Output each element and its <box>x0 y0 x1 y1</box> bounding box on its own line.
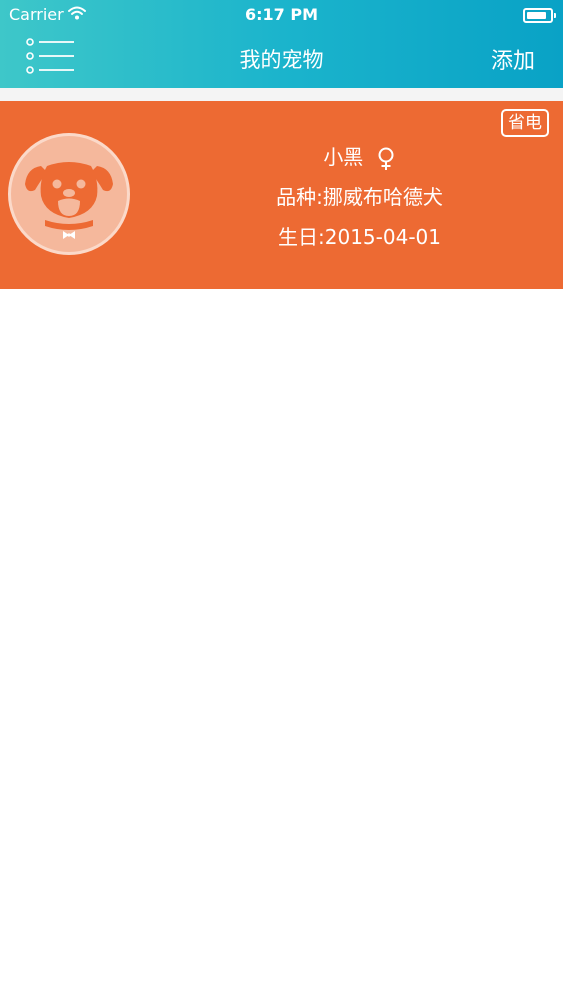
pet-avatar <box>8 133 130 255</box>
pet-birthday: 生日:2015-04-01 <box>278 225 441 249</box>
pet-info: 小黑 品种:挪威布哈德犬 生日:2015-04-01 <box>156 141 563 261</box>
header-divider <box>0 88 563 101</box>
app-header: Carrier 6:17 PM 我的宠物 添加 <box>0 0 563 88</box>
pet-name-row: 小黑 <box>156 141 563 173</box>
status-bar: Carrier 6:17 PM <box>0 0 563 30</box>
pet-card[interactable]: 省电 小黑 品种:挪威布哈德犬 生日:2015-04-01 <box>0 101 563 289</box>
pet-breed: 品种:挪威布哈德犬 <box>276 185 443 209</box>
dog-avatar-icon <box>25 162 113 239</box>
status-time: 6:17 PM <box>244 5 318 24</box>
battery-level <box>527 12 547 19</box>
page-title: 我的宠物 <box>239 48 324 72</box>
power-save-badge[interactable]: 省电 <box>501 109 549 137</box>
add-button[interactable]: 添加 <box>491 43 535 75</box>
female-icon <box>378 147 394 170</box>
battery-icon <box>523 8 556 23</box>
pet-name: 小黑 <box>323 145 364 169</box>
